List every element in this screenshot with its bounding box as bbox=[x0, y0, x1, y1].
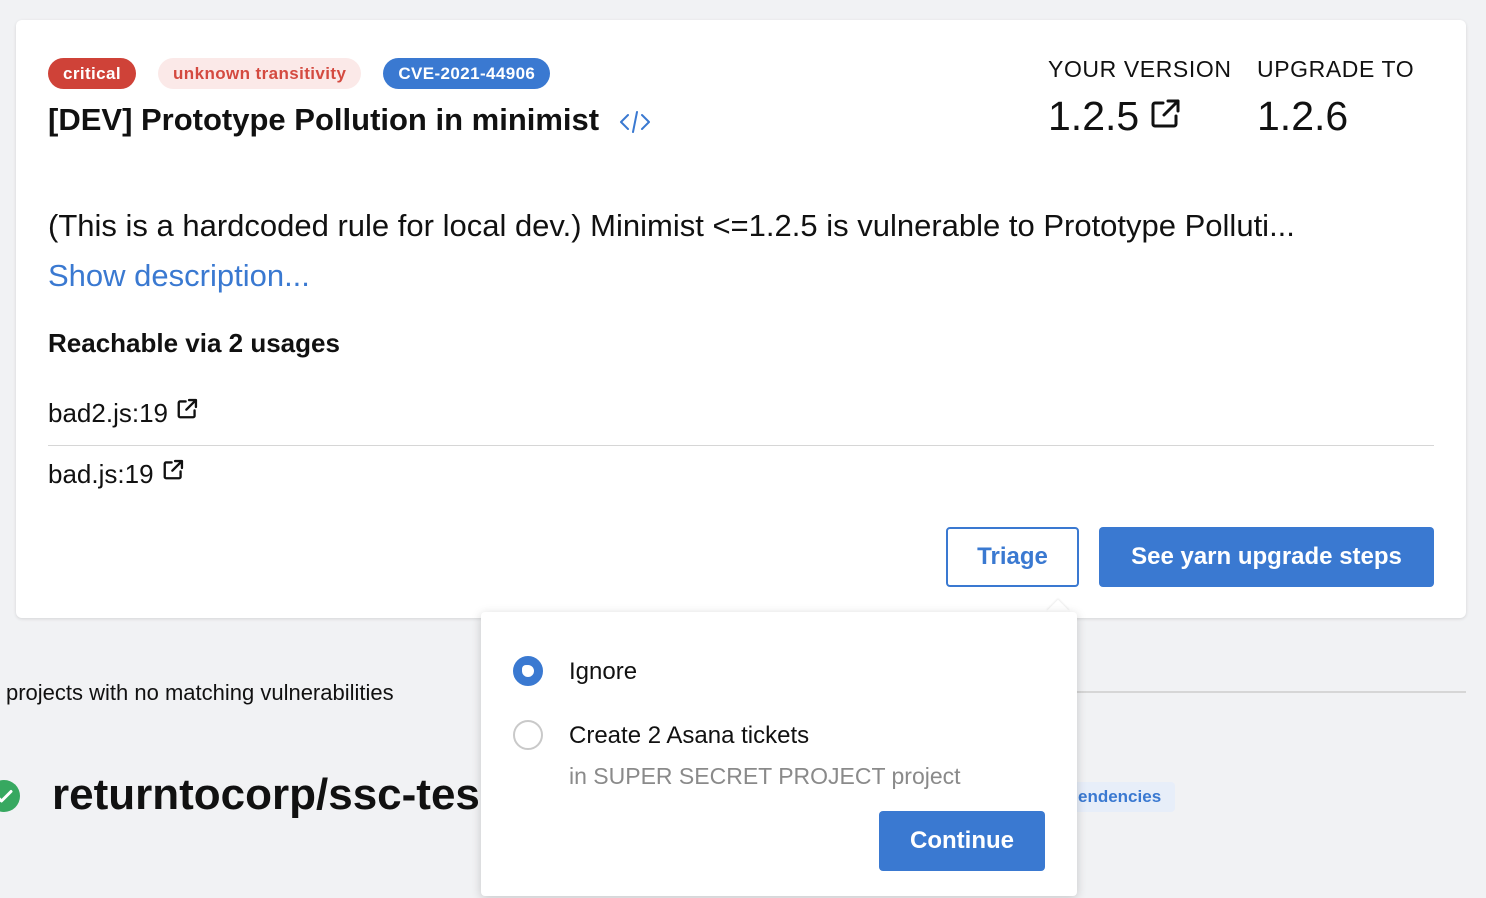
vulnerability-description: (This is a hardcoded rule for local dev.… bbox=[48, 208, 1295, 243]
vulnerability-card: critical unknown transitivity CVE-2021-4… bbox=[16, 20, 1466, 618]
cve-badge[interactable]: CVE-2021-44906 bbox=[383, 58, 551, 89]
triage-popover: Ignore Create 2 Asana tickets in SUPER S… bbox=[481, 612, 1077, 896]
vulnerability-title: [DEV] Prototype Pollution in minimist bbox=[48, 102, 600, 137]
severity-badge: critical bbox=[48, 58, 137, 89]
external-link-icon[interactable] bbox=[1149, 93, 1181, 140]
usage-divider bbox=[48, 445, 1434, 446]
external-link-icon[interactable] bbox=[162, 457, 184, 488]
reachable-heading: Reachable via 2 usages bbox=[48, 328, 340, 358]
vulnerability-title-row: [DEV] Prototype Pollution in minimist bbox=[48, 102, 651, 138]
check-circle-icon bbox=[0, 780, 20, 812]
usage-location[interactable]: bad.js:19 bbox=[48, 459, 154, 490]
your-version-row: 1.2.5 bbox=[1048, 93, 1232, 140]
upgrade-to-label: UPGRADE TO bbox=[1257, 56, 1415, 82]
triage-button[interactable]: Triage bbox=[946, 527, 1079, 587]
continue-button[interactable]: Continue bbox=[879, 811, 1045, 871]
usage-location[interactable]: bad2.js:19 bbox=[48, 398, 168, 429]
asana-option-sublabel: in SUPER SECRET PROJECT project bbox=[569, 763, 961, 789]
upgrade-to-value: 1.2.6 bbox=[1257, 93, 1349, 139]
your-version-label: YOUR VERSION bbox=[1048, 56, 1232, 82]
usage-row[interactable]: bad.js:19 bbox=[48, 459, 1434, 490]
usage-row[interactable]: bad2.js:19 bbox=[48, 398, 1434, 429]
upgrade-steps-button[interactable]: See yarn upgrade steps bbox=[1099, 527, 1434, 587]
code-icon[interactable] bbox=[619, 107, 651, 133]
asana-option-label[interactable]: Create 2 Asana tickets bbox=[569, 722, 809, 750]
projects-no-vulns-note: projects with no matching vulnerabilitie… bbox=[6, 680, 394, 705]
repo-name[interactable]: returntocorp/ssc-tes bbox=[52, 770, 480, 820]
transitivity-badge: unknown transitivity bbox=[158, 58, 362, 89]
dependencies-badge[interactable]: endencies bbox=[1060, 782, 1176, 812]
asana-radio[interactable] bbox=[513, 720, 543, 750]
badge-row: critical unknown transitivity CVE-2021-4… bbox=[48, 58, 551, 89]
show-description-link[interactable]: Show description... bbox=[48, 258, 310, 294]
external-link-icon[interactable] bbox=[176, 396, 198, 427]
your-version-block: YOUR VERSION 1.2.5 bbox=[1048, 56, 1232, 140]
ignore-radio[interactable] bbox=[513, 656, 543, 686]
ignore-option-label[interactable]: Ignore bbox=[569, 658, 637, 686]
your-version-value: 1.2.5 bbox=[1048, 93, 1140, 139]
section-divider bbox=[1076, 691, 1466, 693]
upgrade-to-block: UPGRADE TO 1.2.6 bbox=[1257, 56, 1414, 140]
